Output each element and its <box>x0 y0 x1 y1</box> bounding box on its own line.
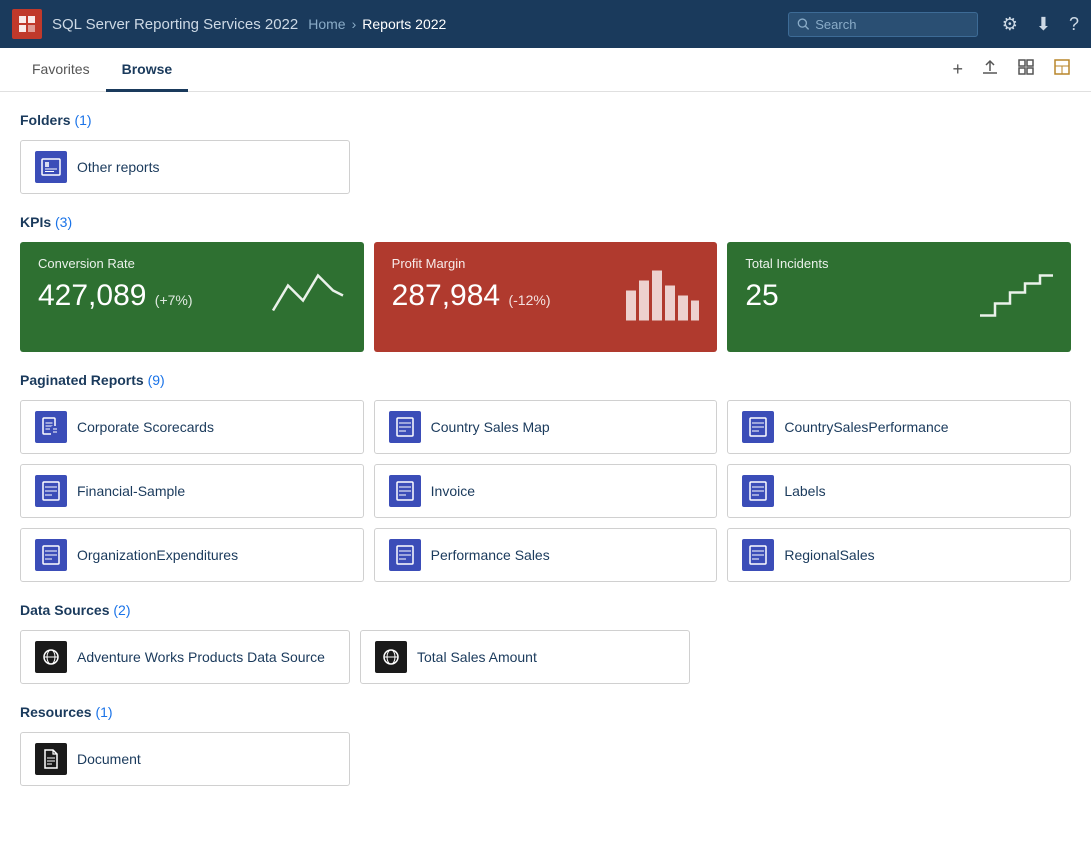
report-icon <box>35 475 67 507</box>
folder-document-icon <box>41 158 61 176</box>
layout-button[interactable] <box>1049 54 1075 85</box>
datasource-card-total-sales[interactable]: Total Sales Amount <box>360 630 690 684</box>
breadcrumb-home[interactable]: Home <box>308 16 345 32</box>
header-actions: ⚙ ⬇ ? <box>1002 14 1079 35</box>
datasource-label-adventure-works: Adventure Works Products Data Source <box>77 649 325 665</box>
report-label-labels: Labels <box>784 483 825 499</box>
kpis-section-title: KPIs (3) <box>20 214 1071 230</box>
app-logo <box>12 9 42 39</box>
report-card-corporate-scorecards[interactable]: Corporate Scorecards <box>20 400 364 454</box>
report-icon <box>742 539 774 571</box>
folders-grid: Other reports <box>20 140 1071 194</box>
search-box[interactable] <box>788 12 978 37</box>
datasource-icon <box>375 641 407 673</box>
report-card-country-sales-performance[interactable]: CountrySalesPerformance <box>727 400 1071 454</box>
resources-section-title: Resources (1) <box>20 704 1071 720</box>
kpis-grid: Conversion Rate 427,089 (+7%) Profit Mar… <box>20 242 1071 352</box>
grid-view-button[interactable] <box>1013 54 1039 85</box>
help-icon[interactable]: ? <box>1069 14 1079 35</box>
settings-icon[interactable]: ⚙ <box>1002 14 1018 35</box>
report-icon <box>389 539 421 571</box>
kpi-chart-conversion-rate <box>268 266 348 329</box>
report-card-country-sales-map[interactable]: Country Sales Map <box>374 400 718 454</box>
report-label-invoice: Invoice <box>431 483 475 499</box>
reports-grid: Corporate Scorecards Country Sales Map C… <box>20 400 1071 582</box>
datasource-icon <box>35 641 67 673</box>
upload-icon <box>981 58 999 76</box>
data-sources-grid: Adventure Works Products Data Source Tot… <box>20 630 1071 684</box>
folders-section-title: Folders (1) <box>20 112 1071 128</box>
tab-actions: + <box>948 54 1075 85</box>
download-icon[interactable]: ⬇ <box>1036 14 1051 35</box>
report-label-organization-expenditures: OrganizationExpenditures <box>77 547 238 563</box>
header: SQL Server Reporting Services 2022 Home … <box>0 0 1091 48</box>
search-icon <box>797 17 810 31</box>
kpi-chart-total-incidents <box>975 266 1055 329</box>
report-card-labels[interactable]: Labels <box>727 464 1071 518</box>
breadcrumb-separator: › <box>352 16 357 32</box>
kpi-chart-profit-margin <box>621 266 701 329</box>
tab-browse[interactable]: Browse <box>106 49 189 92</box>
report-label-performance-sales: Performance Sales <box>431 547 550 563</box>
report-label-country-sales-performance: CountrySalesPerformance <box>784 419 948 435</box>
report-label-financial-sample: Financial-Sample <box>77 483 185 499</box>
report-icon <box>742 411 774 443</box>
report-card-regional-sales[interactable]: RegionalSales <box>727 528 1071 582</box>
folder-card-other-reports[interactable]: Other reports <box>20 140 350 194</box>
folder-icon <box>35 151 67 183</box>
report-card-organization-expenditures[interactable]: OrganizationExpenditures <box>20 528 364 582</box>
data-sources-section-title: Data Sources (2) <box>20 602 1071 618</box>
add-button[interactable]: + <box>948 55 967 84</box>
report-card-financial-sample[interactable]: Financial-Sample <box>20 464 364 518</box>
search-input[interactable] <box>815 17 969 32</box>
resource-icon <box>35 743 67 775</box>
datasource-card-adventure-works[interactable]: Adventure Works Products Data Source <box>20 630 350 684</box>
report-icon <box>742 475 774 507</box>
resources-grid: Document <box>20 732 1071 786</box>
datasource-label-total-sales: Total Sales Amount <box>417 649 537 665</box>
app-title: SQL Server Reporting Services 2022 <box>52 16 298 33</box>
tab-favorites[interactable]: Favorites <box>16 49 106 92</box>
main-content: Folders (1) Other reports KPIs (3) Conve… <box>0 92 1091 863</box>
resource-card-document[interactable]: Document <box>20 732 350 786</box>
report-label-country-sales-map: Country Sales Map <box>431 419 550 435</box>
report-icon <box>35 411 67 443</box>
grid-icon <box>1017 58 1035 76</box>
breadcrumb-current: Reports 2022 <box>362 16 446 32</box>
report-label-regional-sales: RegionalSales <box>784 547 874 563</box>
report-card-performance-sales[interactable]: Performance Sales <box>374 528 718 582</box>
tab-bar: Favorites Browse + <box>0 48 1091 92</box>
upload-button[interactable] <box>977 54 1003 85</box>
report-icon <box>389 475 421 507</box>
kpi-card-profit-margin[interactable]: Profit Margin 287,984 (-12%) <box>374 242 718 352</box>
report-icon <box>35 539 67 571</box>
report-label-corporate-scorecards: Corporate Scorecards <box>77 419 214 435</box>
kpi-card-conversion-rate[interactable]: Conversion Rate 427,089 (+7%) <box>20 242 364 352</box>
breadcrumb: Home › Reports 2022 <box>308 16 446 32</box>
paginated-reports-section-title: Paginated Reports (9) <box>20 372 1071 388</box>
folder-label-other-reports: Other reports <box>77 159 159 175</box>
resource-label-document: Document <box>77 751 141 767</box>
report-card-invoice[interactable]: Invoice <box>374 464 718 518</box>
layout-icon <box>1053 58 1071 76</box>
kpi-card-total-incidents[interactable]: Total Incidents 25 <box>727 242 1071 352</box>
report-icon <box>389 411 421 443</box>
